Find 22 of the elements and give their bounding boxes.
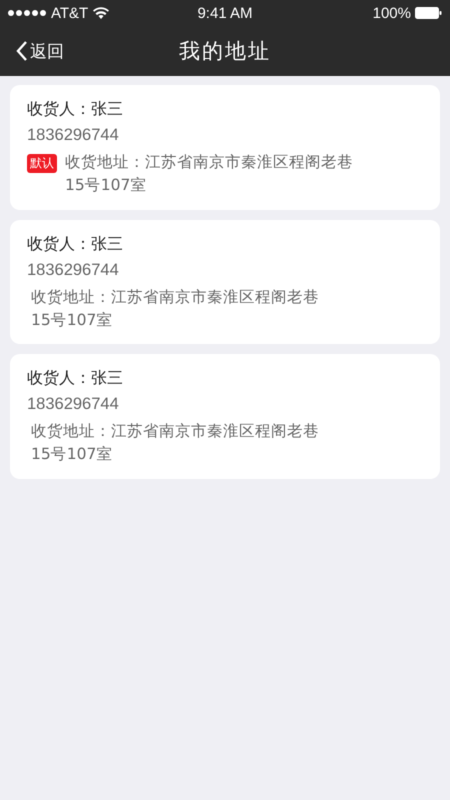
shipping-address: 收货地址：江苏省南京市秦淮区程阁老巷15号107室 — [31, 286, 320, 331]
carrier-name: AT&T — [51, 4, 88, 22]
address-card[interactable]: 收货人：张三 1836296744 收货地址：江苏省南京市秦淮区程阁老巷15号107室 — [10, 220, 440, 344]
address-card[interactable]: 收货人：张三 1836296744 收货地址：江苏省南京市秦淮区程阁老巷15号107室 — [10, 354, 440, 478]
recipient-name: 收货人：张三 — [27, 234, 124, 254]
battery-percent: 100% — [372, 4, 411, 22]
default-badge: 默认 — [27, 154, 57, 173]
shipping-address: 收货地址：江苏省南京市秦淮区程阁老巷15号107室 — [31, 421, 320, 466]
back-button[interactable]: 返回 — [16, 40, 64, 62]
address-card[interactable]: 收货人：张三 1836296744 默认 收货地址：江苏省南京市秦淮区程阁老巷15号107室 — [10, 85, 440, 210]
phone-number: 1836296744 — [27, 126, 120, 145]
phone-number: 1836296744 — [27, 260, 120, 280]
recipient-name: 收货人：张三 — [27, 368, 124, 389]
page-title: 我的地址 — [179, 38, 271, 65]
signal-icon — [8, 10, 46, 16]
recipient-name: 收货人：张三 — [27, 99, 124, 120]
status-time: 9:41 AM — [197, 4, 253, 22]
wifi-icon — [93, 7, 110, 19]
chevron-left-icon — [16, 41, 28, 61]
shipping-address: 收货地址：江苏省南京市秦淮区程阁老巷15号107室 — [65, 152, 354, 196]
phone-number: 1836296744 — [27, 395, 120, 414]
battery-icon — [415, 7, 442, 19]
